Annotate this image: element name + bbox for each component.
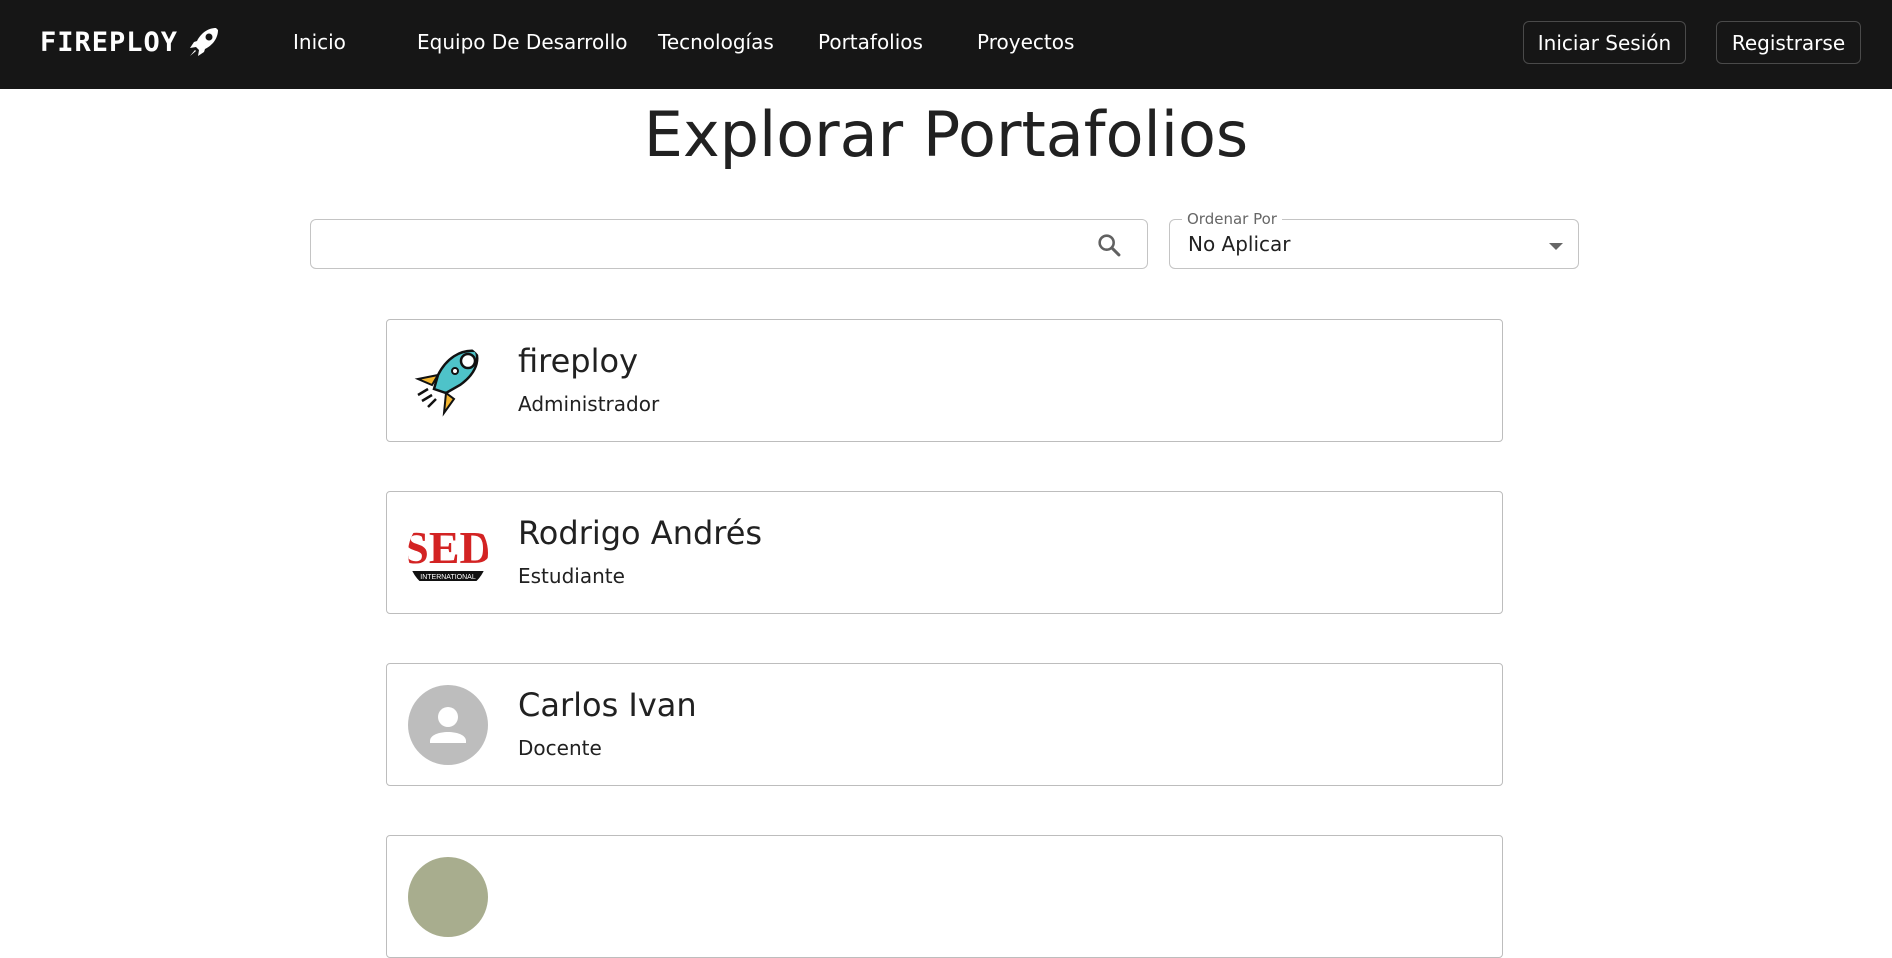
sed-logo-text: SED [408, 522, 488, 573]
avatar: SED INTERNATIONAL [408, 513, 488, 593]
portfolio-name: Rodrigo Andrés [518, 514, 763, 552]
portfolio-name: fireploy [518, 342, 639, 380]
nav-link-portafolios[interactable]: Portafolios [818, 30, 923, 54]
portfolio-card[interactable] [386, 835, 1503, 958]
sed-logo-subtext: INTERNATIONAL [420, 574, 476, 581]
rocket-icon [190, 28, 219, 56]
search-icon[interactable] [1095, 231, 1123, 259]
portfolio-role: Administrador [518, 392, 660, 416]
search-box[interactable] [310, 219, 1148, 269]
sed-logo-icon: SED INTERNATIONAL [408, 522, 488, 581]
avatar [408, 857, 488, 937]
avatar [408, 685, 488, 765]
nav-link-proyectos[interactable]: Proyectos [977, 30, 1074, 54]
order-label: Ordenar Por [1182, 210, 1282, 228]
portfolio-card[interactable]: fireploy Administrador [386, 319, 1503, 442]
search-input[interactable] [325, 228, 1069, 262]
brand-name: FIREPLOY [40, 26, 179, 58]
login-button[interactable]: Iniciar Sesión [1523, 21, 1686, 64]
nav-link-tecnologias[interactable]: Tecnologías [658, 30, 774, 54]
navbar: FIREPLOY Inicio Equipo De Desarrollo Tec… [0, 0, 1892, 89]
register-button[interactable]: Registrarse [1716, 21, 1861, 64]
portfolio-role: Docente [518, 736, 602, 760]
portfolio-role: Estudiante [518, 564, 625, 588]
page-title: Explorar Portafolios [643, 98, 1249, 171]
portfolio-card[interactable]: Carlos Ivan Docente [386, 663, 1503, 786]
avatar [408, 341, 488, 421]
portfolio-name: Carlos Ivan [518, 686, 697, 724]
order-select[interactable]: Ordenar Por No Aplicar [1169, 210, 1579, 269]
brand-logo[interactable]: FIREPLOY [40, 24, 222, 60]
user-icon [430, 707, 466, 743]
order-selected-value: No Aplicar [1188, 232, 1291, 256]
nav-link-equipo[interactable]: Equipo De Desarrollo [417, 30, 628, 54]
chevron-down-icon[interactable] [1549, 243, 1563, 250]
rocket-logo-icon [414, 349, 479, 417]
nav-link-inicio[interactable]: Inicio [293, 30, 346, 54]
portfolio-card[interactable]: SED INTERNATIONAL Rodrigo Andrés Estudia… [386, 491, 1503, 614]
